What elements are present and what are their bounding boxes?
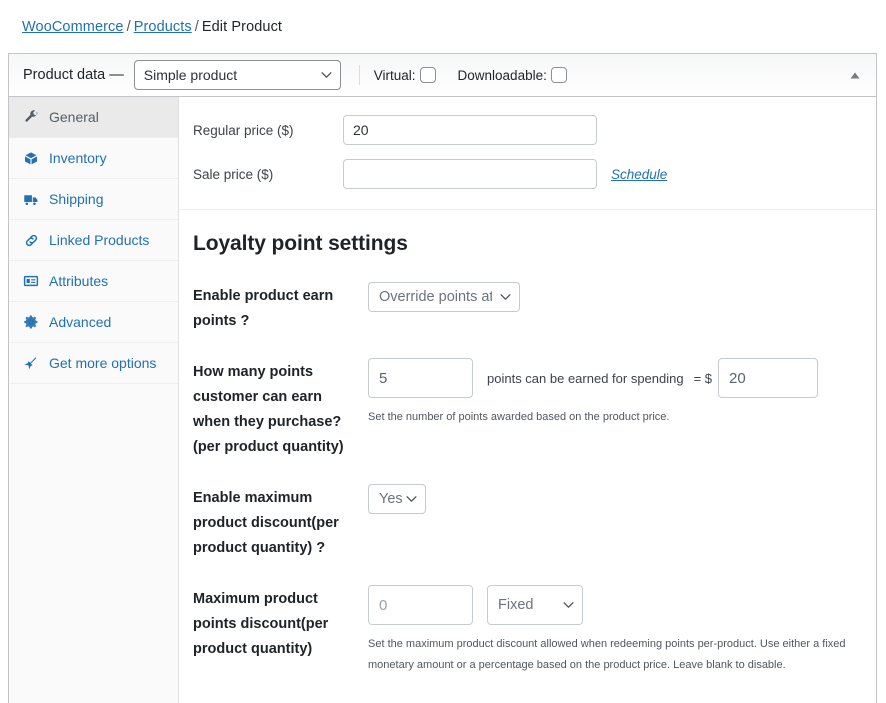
virtual-checkbox-group: Virtual:	[374, 67, 436, 83]
sidebar-item-linked-products[interactable]: Linked Products	[9, 220, 178, 261]
sidebar-item-attributes[interactable]: Attributes	[9, 261, 178, 302]
max-discount-label: Maximum product points discount(per prod…	[193, 591, 329, 657]
regular-price-input[interactable]	[343, 115, 597, 145]
sidebar-item-label: Get more options	[49, 355, 157, 371]
general-tab-panel: Regular price ($) Sale price ($) Schedul…	[179, 97, 876, 703]
breadcrumb-separator-1: /	[126, 19, 131, 35]
product-data-metabox: Product data — Simple product Virtual: D…	[8, 53, 877, 703]
truck-icon	[22, 190, 40, 208]
enable-earn-points-field: Override points at	[355, 282, 876, 334]
sidebar-item-general[interactable]: General	[9, 97, 178, 138]
sidebar-item-shipping[interactable]: Shipping	[9, 179, 178, 220]
caret-up-icon[interactable]	[848, 68, 862, 82]
virtual-checkbox[interactable]	[419, 67, 436, 83]
sidebar-item-label: Advanced	[49, 314, 112, 330]
enable-earn-points-row: Enable product earn points ? Override po…	[193, 282, 876, 334]
enable-max-discount-label: Enable maximum product discount(per prod…	[193, 490, 339, 556]
box-icon	[22, 149, 40, 167]
product-type-select-wrapper: Simple product	[133, 60, 341, 90]
points-earn-mid-text: points can be earned for spending	[487, 370, 684, 386]
breadcrumb-separator-2: /	[194, 19, 199, 35]
product-data-tabs: General Inventory Shipping Linked Produc…	[9, 97, 179, 703]
enable-max-discount-select[interactable]: Yes	[368, 484, 426, 514]
downloadable-checkbox[interactable]	[550, 67, 567, 83]
enable-earn-points-select-wrapper: Override points at	[368, 282, 520, 312]
points-earn-input[interactable]	[368, 358, 473, 398]
enable-max-discount-row: Enable maximum product discount(per prod…	[193, 484, 876, 561]
product-data-title: Product data —	[23, 67, 124, 83]
max-discount-type-select-wrapper: Fixed	[487, 585, 583, 625]
sidebar-item-label: Attributes	[49, 273, 109, 289]
regular-price-row: Regular price ($)	[179, 115, 876, 145]
breadcrumb-current-edit-product: Edit Product	[201, 19, 283, 35]
sidebar-item-get-more-options[interactable]: Get more options	[9, 343, 178, 384]
sidebar-item-label: Inventory	[49, 150, 107, 166]
gear-icon	[22, 313, 40, 331]
product-data-header: Product data — Simple product Virtual: D…	[9, 54, 876, 97]
max-discount-amount-input[interactable]	[368, 585, 473, 625]
points-earn-helper-text: Set the number of points awarded based o…	[368, 411, 670, 423]
points-earn-equals-text: = $	[693, 370, 713, 386]
sidebar-item-label: Shipping	[49, 191, 104, 207]
extension-icon	[22, 354, 40, 372]
loyalty-point-settings-section: Loyalty point settings Enable product ea…	[179, 210, 876, 677]
header-divider	[358, 65, 360, 85]
caret-up-glyph	[850, 72, 860, 78]
loyalty-section-title: Loyalty point settings	[193, 232, 408, 255]
enable-earn-points-label: Enable product earn points ?	[193, 288, 334, 329]
attributes-icon	[22, 272, 40, 290]
product-data-body: General Inventory Shipping Linked Produc…	[9, 97, 876, 703]
points-earn-row: How many points customer can earn when t…	[193, 358, 876, 460]
pricing-section: Regular price ($) Sale price ($) Schedul…	[179, 97, 876, 210]
breadcrumb-link-woocommerce[interactable]: WooCommerce	[22, 19, 124, 35]
schedule-sale-link[interactable]: Schedule	[611, 167, 667, 182]
sidebar-item-advanced[interactable]: Advanced	[9, 302, 178, 343]
points-earn-spend-input[interactable]	[718, 358, 819, 398]
product-edit-page: WooCommerce / Products / Edit Product Produc…	[0, 0, 886, 703]
wrench-icon	[22, 108, 40, 126]
sidebar-item-inventory[interactable]: Inventory	[9, 138, 178, 179]
sidebar-item-label: Linked Products	[49, 232, 150, 248]
regular-price-label: Regular price ($)	[193, 122, 294, 138]
breadcrumb: WooCommerce / Products / Edit Product	[22, 19, 282, 35]
max-discount-helper-line2: amount or a percentage based on the prod…	[416, 659, 786, 672]
max-discount-helper-text: Set the maximum product discount allowed…	[368, 634, 864, 677]
breadcrumb-link-products[interactable]: Products	[134, 19, 192, 35]
enable-earn-points-select[interactable]: Override points at	[368, 282, 520, 312]
enable-max-discount-select-wrapper: Yes	[368, 484, 426, 514]
points-earn-label: How many points customer can earn when t…	[193, 364, 344, 455]
product-type-select[interactable]: Simple product	[133, 60, 341, 90]
max-discount-type-select[interactable]: Fixed	[487, 585, 583, 625]
virtual-label: Virtual:	[373, 67, 416, 83]
downloadable-checkbox-group: Downloadable:	[458, 67, 567, 83]
enable-max-discount-field: Yes	[355, 484, 876, 561]
sidebar-item-label: General	[49, 109, 99, 125]
max-discount-row: Maximum product points discount(per prod…	[193, 585, 876, 677]
sale-price-row: Sale price ($) Schedule	[179, 159, 876, 189]
downloadable-label: Downloadable:	[457, 67, 547, 83]
max-discount-field: Fixed Set the maximum product discount a…	[355, 585, 876, 677]
link-icon	[22, 231, 40, 249]
points-earn-field: points can be earned for spending = $ Se…	[355, 358, 876, 460]
sale-price-input[interactable]	[343, 159, 597, 189]
sale-price-label: Sale price ($)	[193, 166, 274, 182]
